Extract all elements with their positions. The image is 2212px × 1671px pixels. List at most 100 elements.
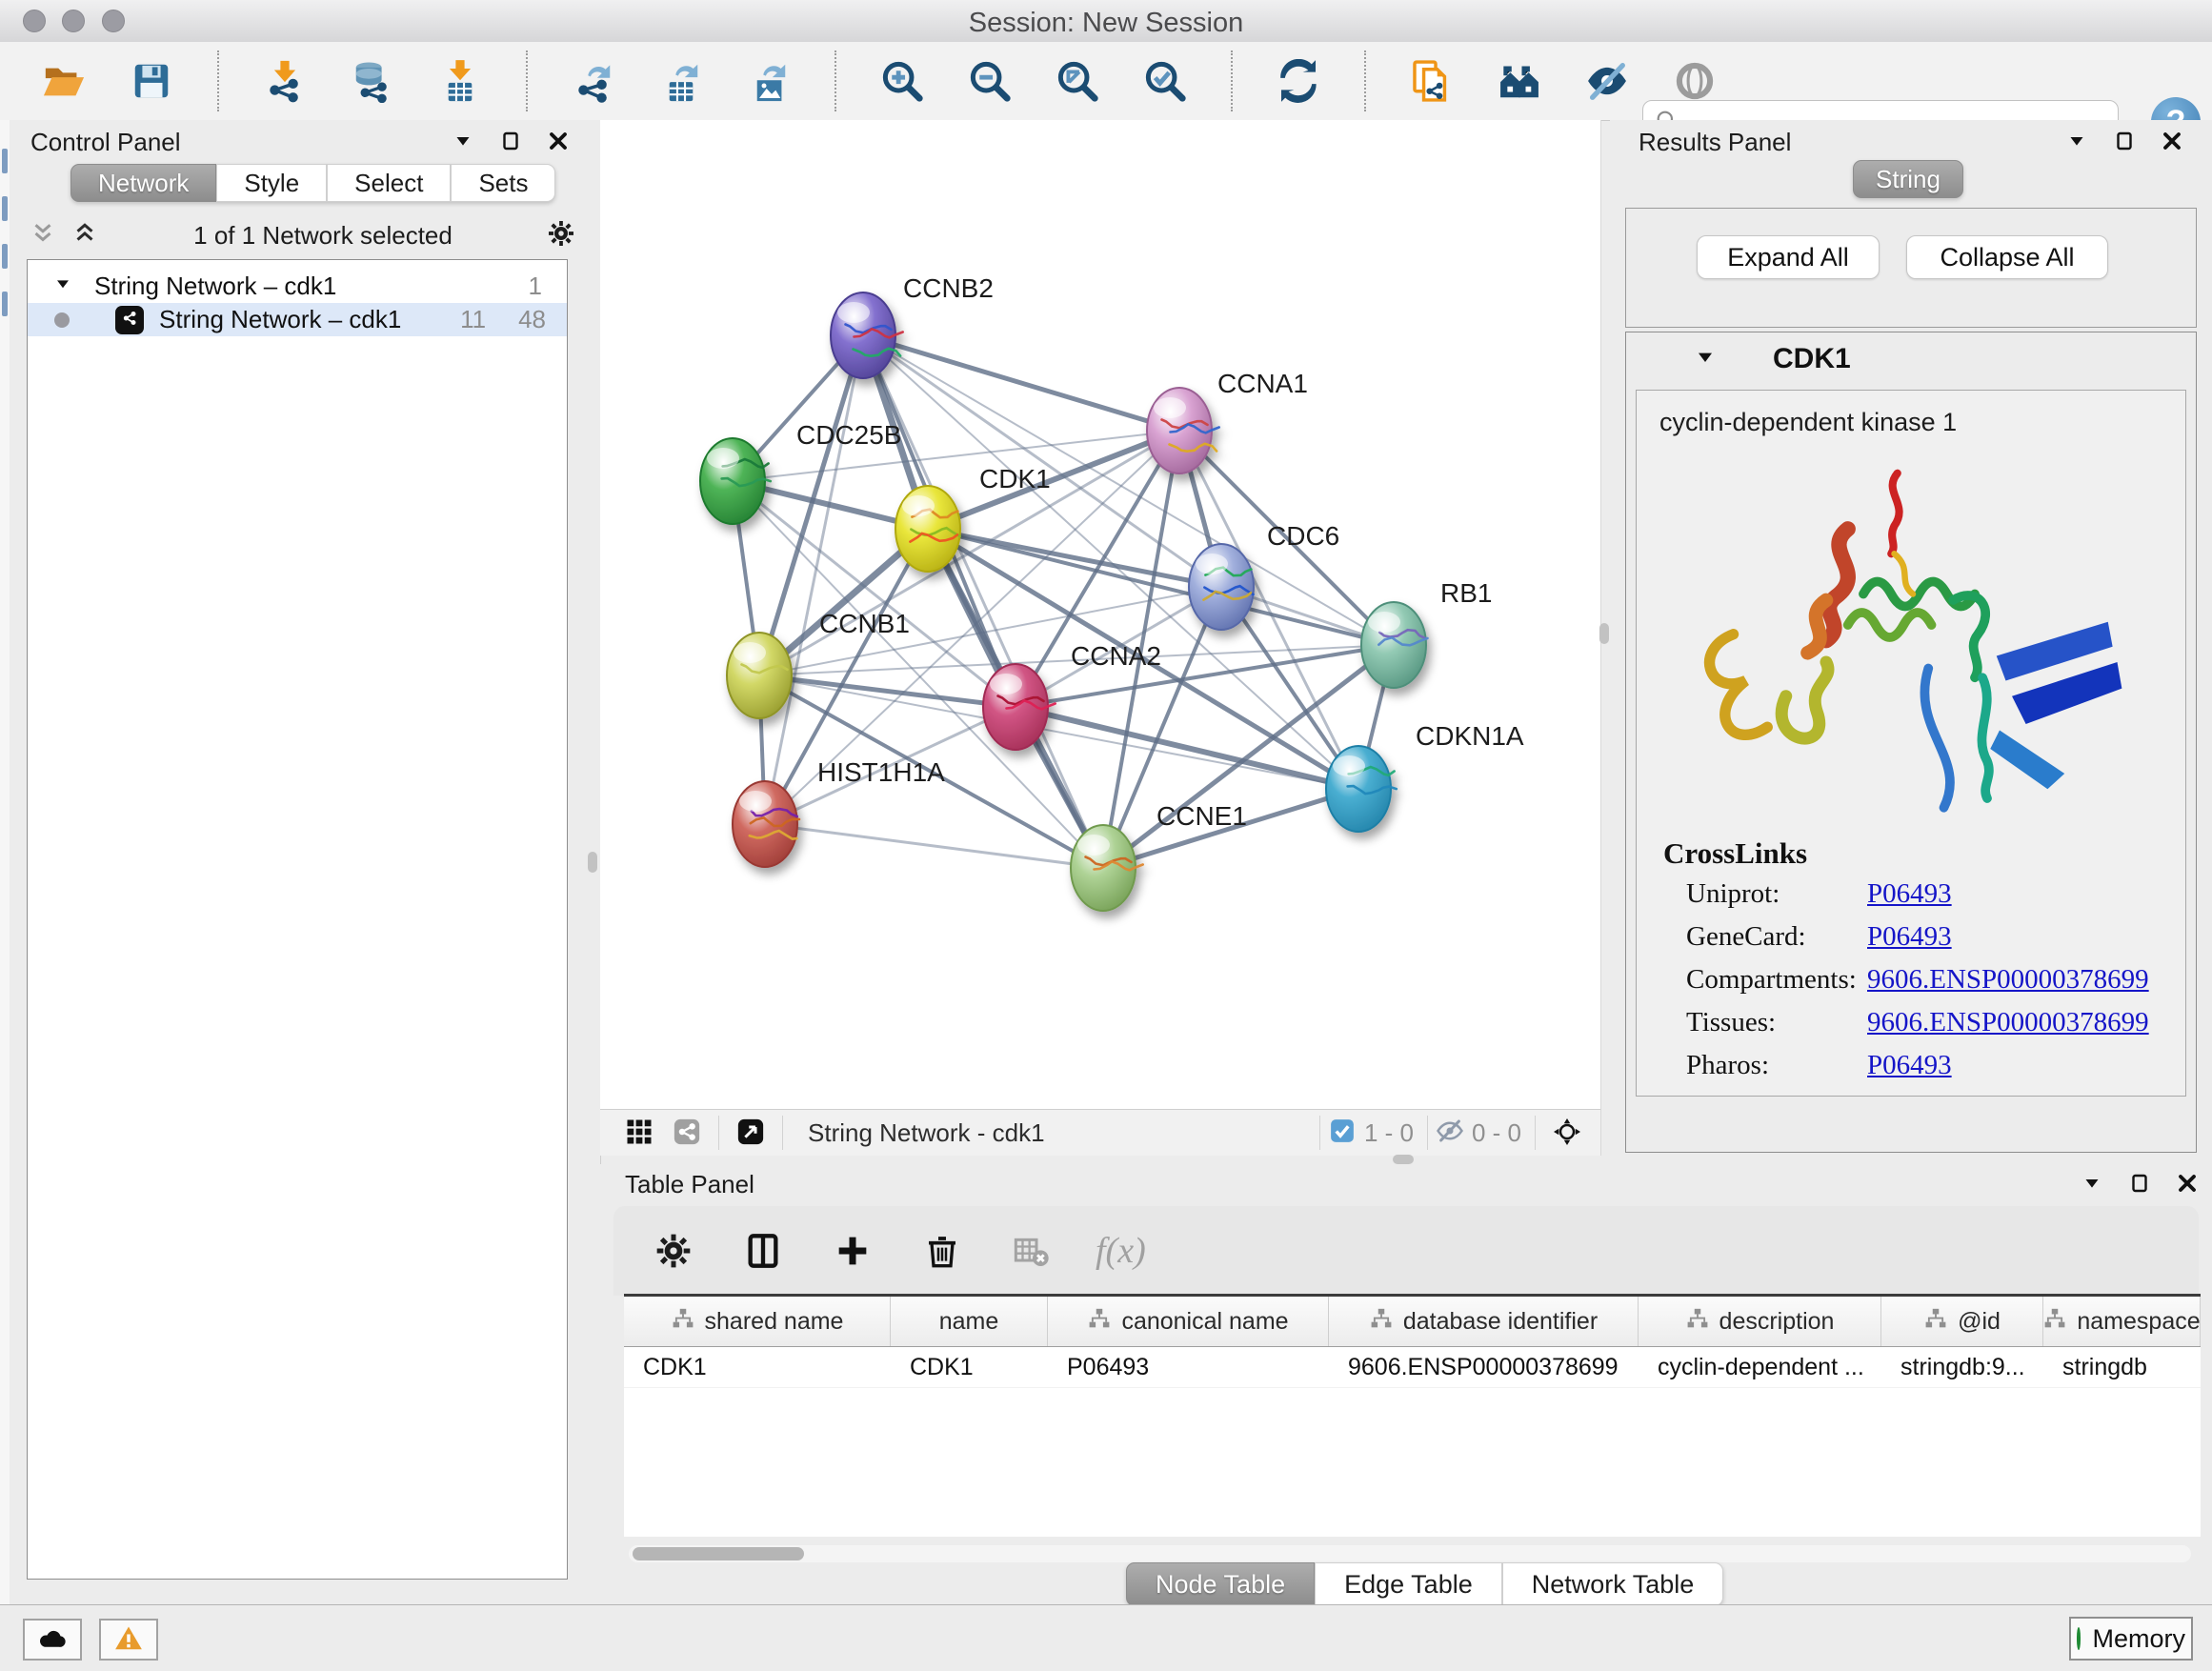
- panel-float-button[interactable]: [499, 130, 522, 157]
- network-edge[interactable]: [863, 335, 1179, 431]
- table-cell[interactable]: CDK1: [624, 1347, 891, 1387]
- network-node[interactable]: [1189, 544, 1254, 630]
- tab-network[interactable]: Network: [70, 164, 216, 202]
- column-header-database-identifier[interactable]: database identifier: [1329, 1297, 1639, 1346]
- protein-header-row[interactable]: CDK1: [1626, 332, 2196, 386]
- node-gloss: [1196, 554, 1228, 574]
- network-node[interactable]: [1326, 746, 1397, 832]
- network-edge[interactable]: [765, 335, 863, 824]
- panel-close-button[interactable]: [2161, 130, 2183, 157]
- network-options-button[interactable]: [547, 219, 575, 252]
- zoom-out-button[interactable]: [964, 55, 1016, 107]
- tab-node-table[interactable]: Node Table: [1126, 1562, 1315, 1606]
- column-header-description[interactable]: description: [1639, 1297, 1881, 1346]
- expand-all-networks-button[interactable]: [70, 219, 99, 252]
- network-edge[interactable]: [1016, 707, 1358, 789]
- collection-caret-icon[interactable]: [52, 272, 73, 301]
- warnings-button[interactable]: [99, 1619, 158, 1661]
- clone-network-button[interactable]: [1406, 55, 1458, 107]
- panel-close-button[interactable]: [2176, 1172, 2199, 1199]
- save-session-button[interactable]: [126, 55, 177, 107]
- export-table-button[interactable]: [655, 55, 707, 107]
- network-edge[interactable]: [863, 335, 1103, 868]
- crosslink-value-link[interactable]: P06493: [1867, 878, 1952, 910]
- export-network-button[interactable]: [568, 55, 619, 107]
- column-header-canonical-name[interactable]: canonical name: [1048, 1297, 1329, 1346]
- scrollbar-thumb[interactable]: [633, 1547, 804, 1560]
- zoom-fit-button[interactable]: [1052, 55, 1103, 107]
- column-header--id[interactable]: @id: [1881, 1297, 2043, 1346]
- first-neighbors-button[interactable]: [1494, 55, 1545, 107]
- column-header-shared-name[interactable]: shared name: [624, 1297, 891, 1346]
- crosslink-value-link[interactable]: P06493: [1867, 1050, 1952, 1081]
- function-builder-button[interactable]: f(x): [1096, 1230, 1146, 1272]
- table-settings-button[interactable]: [648, 1225, 699, 1277]
- network-canvas[interactable]: CCNB2 CCNA1 CDC25B CDK1 CDC6 RB1 CCNB1 C…: [600, 120, 1601, 1109]
- crosslink-value-link[interactable]: 9606.ENSP00000378699: [1867, 964, 2149, 996]
- selected-checkbox-icon[interactable]: [1328, 1117, 1357, 1150]
- delete-column-button[interactable]: [916, 1225, 968, 1277]
- panel-float-button[interactable]: [2128, 1172, 2151, 1199]
- expand-all-button[interactable]: Expand All: [1697, 235, 1880, 279]
- tab-string[interactable]: String: [1853, 160, 1963, 198]
- tab-edge-table[interactable]: Edge Table: [1315, 1562, 1502, 1606]
- export-image-button[interactable]: [743, 55, 794, 107]
- cloud-button[interactable]: [23, 1619, 82, 1661]
- panel-menu-button[interactable]: [2081, 1172, 2103, 1199]
- tab-select[interactable]: Select: [327, 164, 451, 202]
- open-in-browser-button[interactable]: [727, 1117, 774, 1149]
- tab-network-table[interactable]: Network Table: [1502, 1562, 1724, 1606]
- memory-button[interactable]: Memory: [2069, 1617, 2193, 1661]
- network-edge[interactable]: [765, 824, 1103, 868]
- table-cell[interactable]: stringdb:9...: [1881, 1347, 2043, 1387]
- zoom-in-button[interactable]: [876, 55, 928, 107]
- table-cell[interactable]: cyclin-dependent ...: [1639, 1347, 1881, 1387]
- zoom-selected-button[interactable]: [1139, 55, 1191, 107]
- delete-table-button[interactable]: [1006, 1225, 1057, 1277]
- crosslink-value-link[interactable]: 9606.ENSP00000378699: [1867, 1007, 2149, 1038]
- table-cell[interactable]: stringdb: [2043, 1347, 2201, 1387]
- collapse-all-networks-button[interactable]: [29, 219, 57, 252]
- birdseye-grid-button[interactable]: [615, 1117, 663, 1149]
- apply-layout-button[interactable]: [1273, 55, 1324, 107]
- open-file-button[interactable]: [38, 55, 90, 107]
- fit-selected-crosshair-button[interactable]: [1543, 1117, 1591, 1149]
- collapse-all-button[interactable]: Collapse All: [1906, 235, 2108, 279]
- table-cell[interactable]: P06493: [1048, 1347, 1329, 1387]
- network-node[interactable]: [733, 781, 799, 867]
- network-row[interactable]: String Network – cdk1 11 48: [28, 303, 567, 336]
- tab-sets[interactable]: Sets: [451, 164, 555, 202]
- panel-float-button[interactable]: [2113, 130, 2136, 157]
- vertical-splitter-handle[interactable]: [1599, 623, 1609, 644]
- panel-close-button[interactable]: [547, 130, 570, 157]
- network-node[interactable]: [831, 292, 903, 378]
- network-node[interactable]: [895, 486, 960, 572]
- vertical-splitter-handle[interactable]: [588, 852, 597, 873]
- column-header-namespace[interactable]: namespace: [2043, 1297, 2201, 1346]
- show-columns-button[interactable]: [737, 1225, 789, 1277]
- collapse-caret-icon[interactable]: [1626, 345, 1718, 374]
- table-horizontal-scrollbar[interactable]: [629, 1545, 2191, 1562]
- table-cell[interactable]: 9606.ENSP00000378699: [1329, 1347, 1639, 1387]
- network-node[interactable]: [1361, 602, 1428, 688]
- panel-menu-button[interactable]: [452, 130, 474, 157]
- import-table-button[interactable]: [434, 55, 486, 107]
- horizontal-splitter-handle[interactable]: [1393, 1155, 1414, 1164]
- network-node[interactable]: [1071, 825, 1143, 911]
- hidden-eye-icon[interactable]: [1436, 1117, 1464, 1150]
- hide-selected-button[interactable]: [1581, 55, 1633, 107]
- panel-menu-button[interactable]: [2065, 130, 2088, 157]
- column-header-name[interactable]: name: [891, 1297, 1048, 1346]
- table-cell[interactable]: CDK1: [891, 1347, 1048, 1387]
- table-row[interactable]: CDK1CDK1P064939606.ENSP00000378699cyclin…: [624, 1347, 2201, 1388]
- import-network-database-button[interactable]: [347, 55, 398, 107]
- string-view-button[interactable]: [663, 1117, 711, 1149]
- network-collection-row[interactable]: String Network – cdk1 1: [28, 270, 567, 303]
- create-column-button[interactable]: [827, 1225, 878, 1277]
- network-edge[interactable]: [759, 675, 1016, 707]
- tab-style[interactable]: Style: [216, 164, 327, 202]
- show-all-button[interactable]: [1669, 55, 1720, 107]
- import-network-button[interactable]: [259, 55, 311, 107]
- network-node[interactable]: [727, 633, 792, 718]
- crosslink-value-link[interactable]: P06493: [1867, 921, 1952, 953]
